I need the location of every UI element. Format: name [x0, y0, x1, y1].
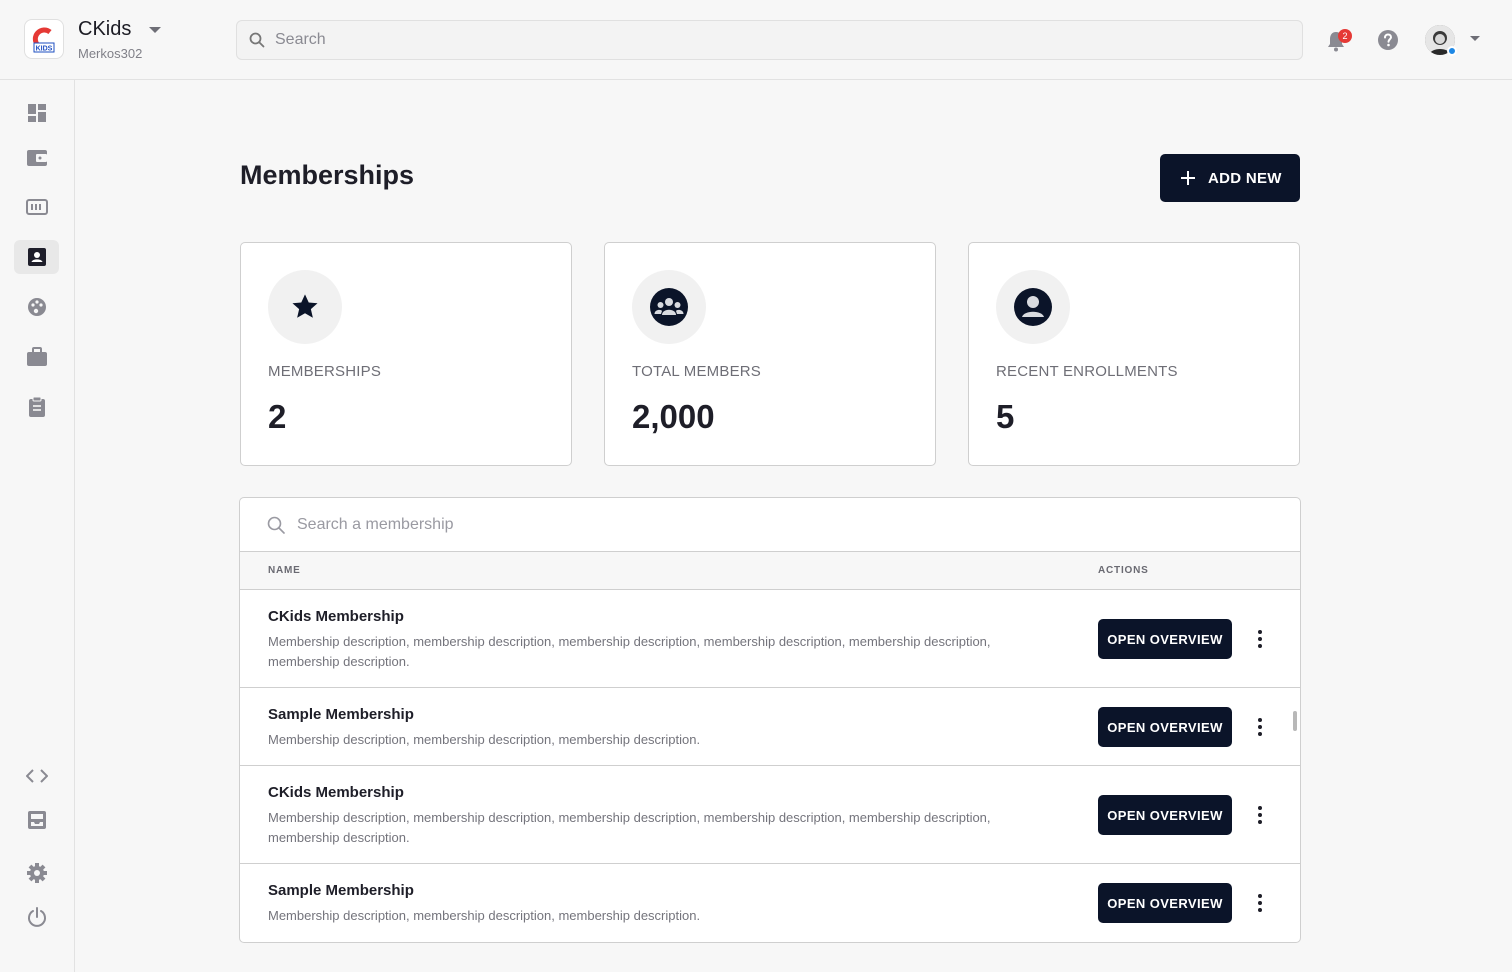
code-icon [25, 769, 48, 783]
stat-icon-wrap [268, 270, 342, 344]
star-icon [292, 294, 318, 318]
membership-description: Membership description, membership descr… [268, 732, 701, 747]
top-bar: KIDS CKids Merkos302 2 [0, 0, 1512, 80]
stat-icon-wrap [996, 270, 1070, 344]
open-overview-button[interactable]: OPEN OVERVIEW [1098, 619, 1232, 659]
row-menu[interactable] [1250, 715, 1270, 739]
add-new-button[interactable]: ADD NEW [1160, 154, 1300, 202]
row-menu[interactable] [1250, 627, 1270, 651]
membership-search-input[interactable] [297, 515, 1097, 534]
membership-description: Membership description, membership descr… [268, 634, 991, 669]
contact-card-icon [27, 248, 46, 266]
briefcase-icon [26, 347, 47, 366]
row-menu[interactable] [1250, 803, 1270, 827]
table-row: CKids Membership Membership description,… [240, 766, 1300, 864]
more-vertical-icon [1258, 718, 1262, 736]
notification-count-badge: 2 [1338, 29, 1352, 43]
global-search[interactable] [236, 20, 1303, 60]
page-title: Memberships [240, 160, 415, 190]
person-icon [1014, 288, 1052, 326]
dashboard-icon [27, 104, 46, 122]
table-scrollbar-thumb[interactable] [1293, 711, 1297, 731]
online-status-dot [1447, 46, 1457, 56]
table-row: Sample Membership Membership description… [240, 688, 1300, 766]
ckids-logo[interactable]: KIDS [24, 19, 64, 59]
sidebar-item-clipboard[interactable] [14, 390, 59, 424]
add-new-label: ADD NEW [1208, 169, 1282, 187]
membership-description: Membership description, membership descr… [268, 908, 701, 923]
group-icon [650, 288, 688, 326]
search-icon [249, 32, 265, 48]
column-header-actions: ACTIONS [1098, 565, 1149, 576]
stat-label: MEMBERSHIPS [268, 363, 382, 380]
svg-text:KIDS: KIDS [36, 46, 53, 53]
sidebar [0, 80, 75, 972]
ticket-icon [25, 199, 48, 215]
stat-value: 5 [996, 398, 1015, 435]
stat-label: RECENT ENROLLMENTS [996, 363, 1178, 380]
sidebar-item-settings[interactable] [14, 856, 59, 890]
stat-card-total-members: TOTAL MEMBERS 2,000 [604, 242, 936, 466]
membership-description: Membership description, membership descr… [268, 810, 991, 845]
sidebar-item-wallet[interactable] [14, 141, 59, 175]
stat-label: TOTAL MEMBERS [632, 363, 762, 380]
more-vertical-icon [1258, 894, 1262, 912]
org-username: Merkos302 [78, 46, 143, 61]
sidebar-item-tickets[interactable] [14, 190, 59, 224]
inbox-icon [27, 811, 46, 829]
wallet-icon [26, 150, 47, 166]
sidebar-item-palette[interactable] [14, 290, 59, 324]
stat-value: 2,000 [632, 398, 715, 435]
table-header: NAME ACTIONS [240, 552, 1300, 590]
sidebar-item-developer[interactable] [14, 759, 59, 793]
open-overview-button[interactable]: OPEN OVERVIEW [1098, 707, 1232, 747]
table-row: Sample Membership Membership description… [240, 864, 1300, 942]
global-search-input[interactable] [275, 31, 1175, 49]
row-menu[interactable] [1250, 891, 1270, 915]
more-vertical-icon [1258, 630, 1262, 648]
sidebar-item-logout[interactable] [14, 900, 59, 934]
stat-icon-wrap [632, 270, 706, 344]
stat-card-recent-enrollments: RECENT ENROLLMENTS 5 [968, 242, 1300, 466]
sidebar-item-dashboard[interactable] [14, 96, 59, 130]
ckids-logo-icon: KIDS [32, 27, 55, 53]
org-switch-caret-icon[interactable] [148, 26, 162, 34]
stat-card-memberships: MEMBERSHIPS 2 [240, 242, 572, 466]
clipboard-icon [28, 396, 45, 417]
org-name[interactable]: CKids [78, 18, 131, 41]
open-overview-button[interactable]: OPEN OVERVIEW [1098, 883, 1232, 923]
user-menu-caret-icon[interactable] [1469, 35, 1481, 43]
membership-search[interactable] [240, 498, 1300, 552]
plus-icon [1181, 171, 1195, 185]
memberships-table: NAME ACTIONS CKids Membership Membership… [239, 497, 1301, 943]
sidebar-item-briefcase[interactable] [14, 340, 59, 374]
stat-value: 2 [268, 398, 287, 435]
power-icon [27, 907, 46, 927]
column-header-name: NAME [268, 565, 301, 576]
membership-name: CKids Membership [268, 784, 404, 801]
membership-name: Sample Membership [268, 882, 414, 899]
more-vertical-icon [1258, 806, 1262, 824]
sidebar-item-inbox[interactable] [14, 803, 59, 837]
membership-name: Sample Membership [268, 706, 414, 723]
sidebar-item-memberships[interactable] [14, 240, 59, 274]
table-row: CKids Membership Membership description,… [240, 590, 1300, 688]
open-overview-button[interactable]: OPEN OVERVIEW [1098, 795, 1232, 835]
search-icon [267, 516, 285, 534]
palette-icon [27, 298, 46, 316]
membership-name: CKids Membership [268, 608, 404, 625]
gear-icon [26, 863, 47, 883]
help-icon[interactable] [1377, 29, 1399, 51]
